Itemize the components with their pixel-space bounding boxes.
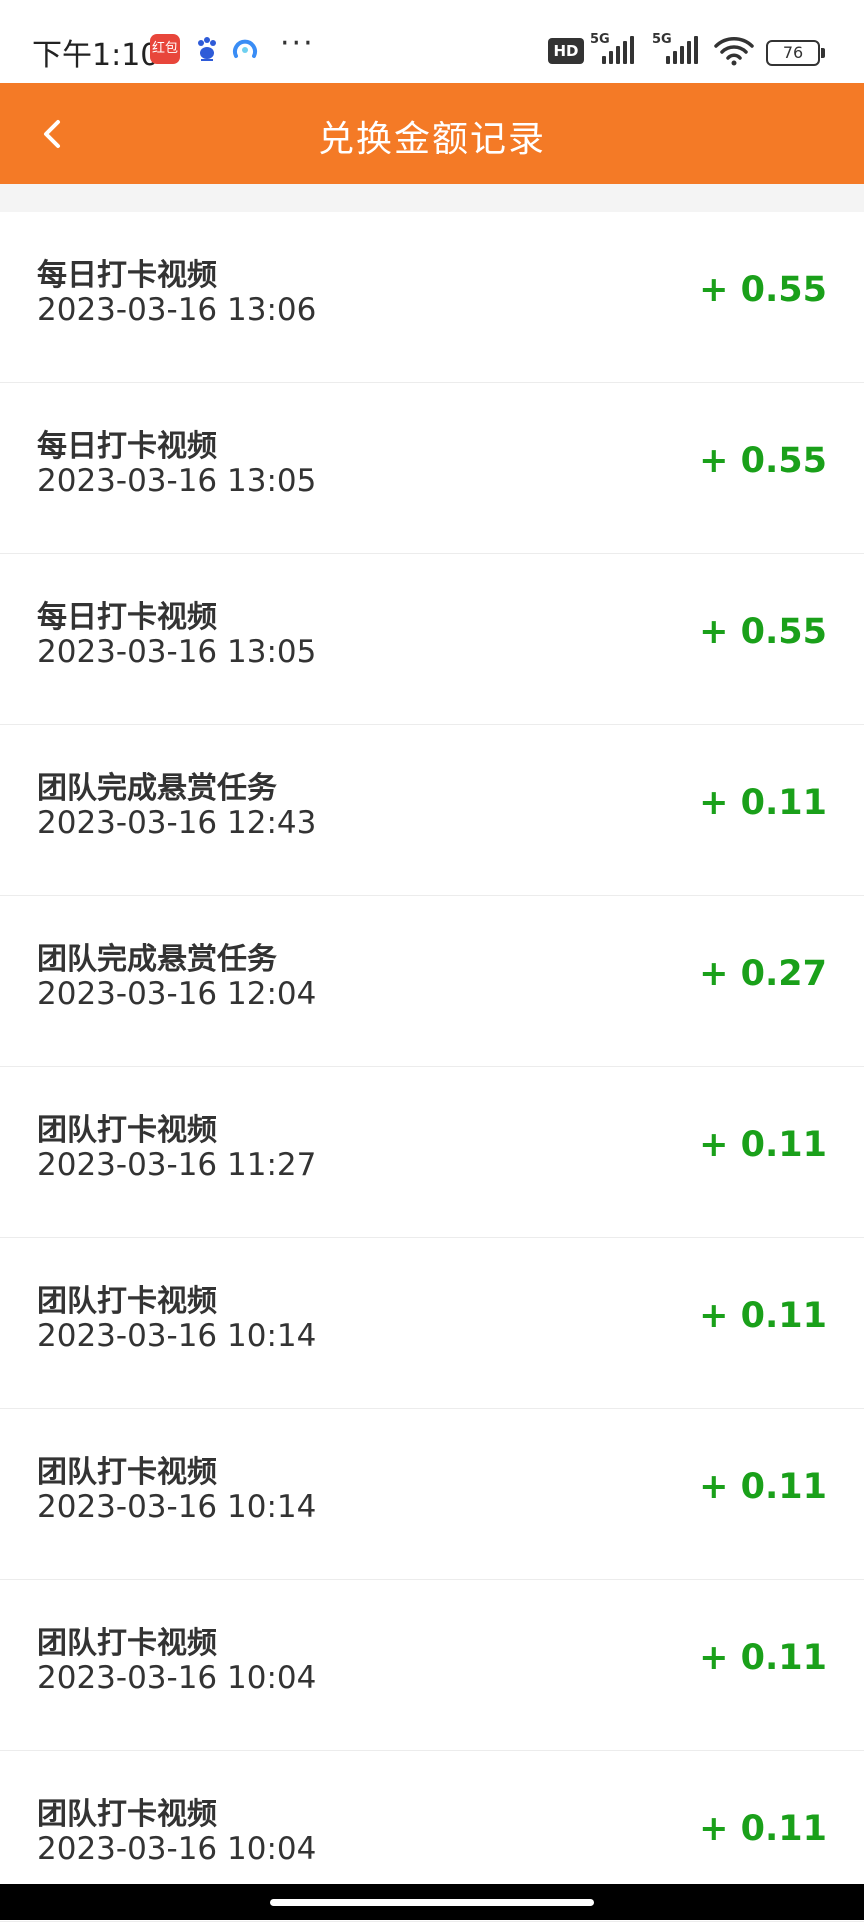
record-title: 每日打卡视频	[37, 258, 217, 293]
exchange-record-list[interactable]: 每日打卡视频 2023-03-16 13:06 + 0.55 每日打卡视频 20…	[0, 212, 864, 1922]
list-item: 团队打卡视频 2023-03-16 11:27 + 0.11	[0, 1067, 864, 1238]
home-indicator[interactable]	[270, 1899, 594, 1906]
hd-voice-icon: HD	[548, 38, 584, 64]
record-title: 团队打卡视频	[37, 1626, 217, 1661]
record-time: 2023-03-16 12:43	[37, 805, 317, 841]
browser-app-icon	[230, 34, 260, 64]
section-divider	[0, 184, 864, 212]
status-time: 下午1:10	[32, 38, 160, 73]
app-header: 兑换金额记录	[0, 83, 864, 184]
more-notifications-icon: ···	[280, 26, 315, 61]
red-packet-app-icon: 红包	[150, 34, 180, 64]
record-amount: + 0.11	[699, 1125, 827, 1165]
record-time: 2023-03-16 10:14	[37, 1318, 317, 1354]
record-amount: + 0.11	[699, 1296, 827, 1336]
record-title: 团队打卡视频	[37, 1797, 217, 1832]
list-item: 团队打卡视频 2023-03-16 10:04 + 0.11	[0, 1580, 864, 1751]
page-title: 兑换金额记录	[317, 119, 546, 160]
record-time: 2023-03-16 13:06	[37, 292, 317, 328]
record-amount: + 0.27	[699, 954, 827, 994]
record-time: 2023-03-16 13:05	[37, 463, 317, 499]
record-amount: + 0.55	[699, 441, 827, 481]
battery-icon: 76	[766, 40, 825, 66]
record-title: 团队完成悬赏任务	[37, 942, 277, 977]
system-navigation-bar	[0, 1884, 864, 1920]
status-bar: 下午1:10 红包 ··· HD 5G 5G 76	[0, 0, 864, 83]
record-time: 2023-03-16 12:04	[37, 976, 317, 1012]
record-title: 每日打卡视频	[37, 429, 217, 464]
record-amount: + 0.11	[699, 1638, 827, 1678]
list-item: 每日打卡视频 2023-03-16 13:05 + 0.55	[0, 554, 864, 725]
record-title: 团队打卡视频	[37, 1113, 217, 1148]
record-time: 2023-03-16 13:05	[37, 634, 317, 670]
record-time: 2023-03-16 10:04	[37, 1831, 317, 1867]
list-item: 团队打卡视频 2023-03-16 10:14 + 0.11	[0, 1409, 864, 1580]
signal-strength-icon-1: 5G	[590, 32, 640, 64]
record-title: 团队打卡视频	[37, 1284, 217, 1319]
record-amount: + 0.55	[699, 612, 827, 652]
list-item: 团队完成悬赏任务 2023-03-16 12:43 + 0.11	[0, 725, 864, 896]
list-item: 团队打卡视频 2023-03-16 10:14 + 0.11	[0, 1238, 864, 1409]
baidu-paw-icon	[192, 34, 222, 64]
record-time: 2023-03-16 10:04	[37, 1660, 317, 1696]
record-title: 每日打卡视频	[37, 600, 217, 635]
record-amount: + 0.11	[699, 783, 827, 823]
signal-strength-icon-2: 5G	[652, 32, 704, 64]
record-title: 团队完成悬赏任务	[37, 771, 277, 806]
record-time: 2023-03-16 11:27	[37, 1147, 317, 1183]
list-item: 每日打卡视频 2023-03-16 13:05 + 0.55	[0, 383, 864, 554]
list-item: 每日打卡视频 2023-03-16 13:06 + 0.55	[0, 212, 864, 383]
wifi-icon	[714, 36, 754, 70]
record-amount: + 0.11	[699, 1809, 827, 1849]
record-amount: + 0.55	[699, 270, 827, 310]
list-item: 团队完成悬赏任务 2023-03-16 12:04 + 0.27	[0, 896, 864, 1067]
record-amount: + 0.11	[699, 1467, 827, 1507]
record-time: 2023-03-16 10:14	[37, 1489, 317, 1525]
record-title: 团队打卡视频	[37, 1455, 217, 1490]
